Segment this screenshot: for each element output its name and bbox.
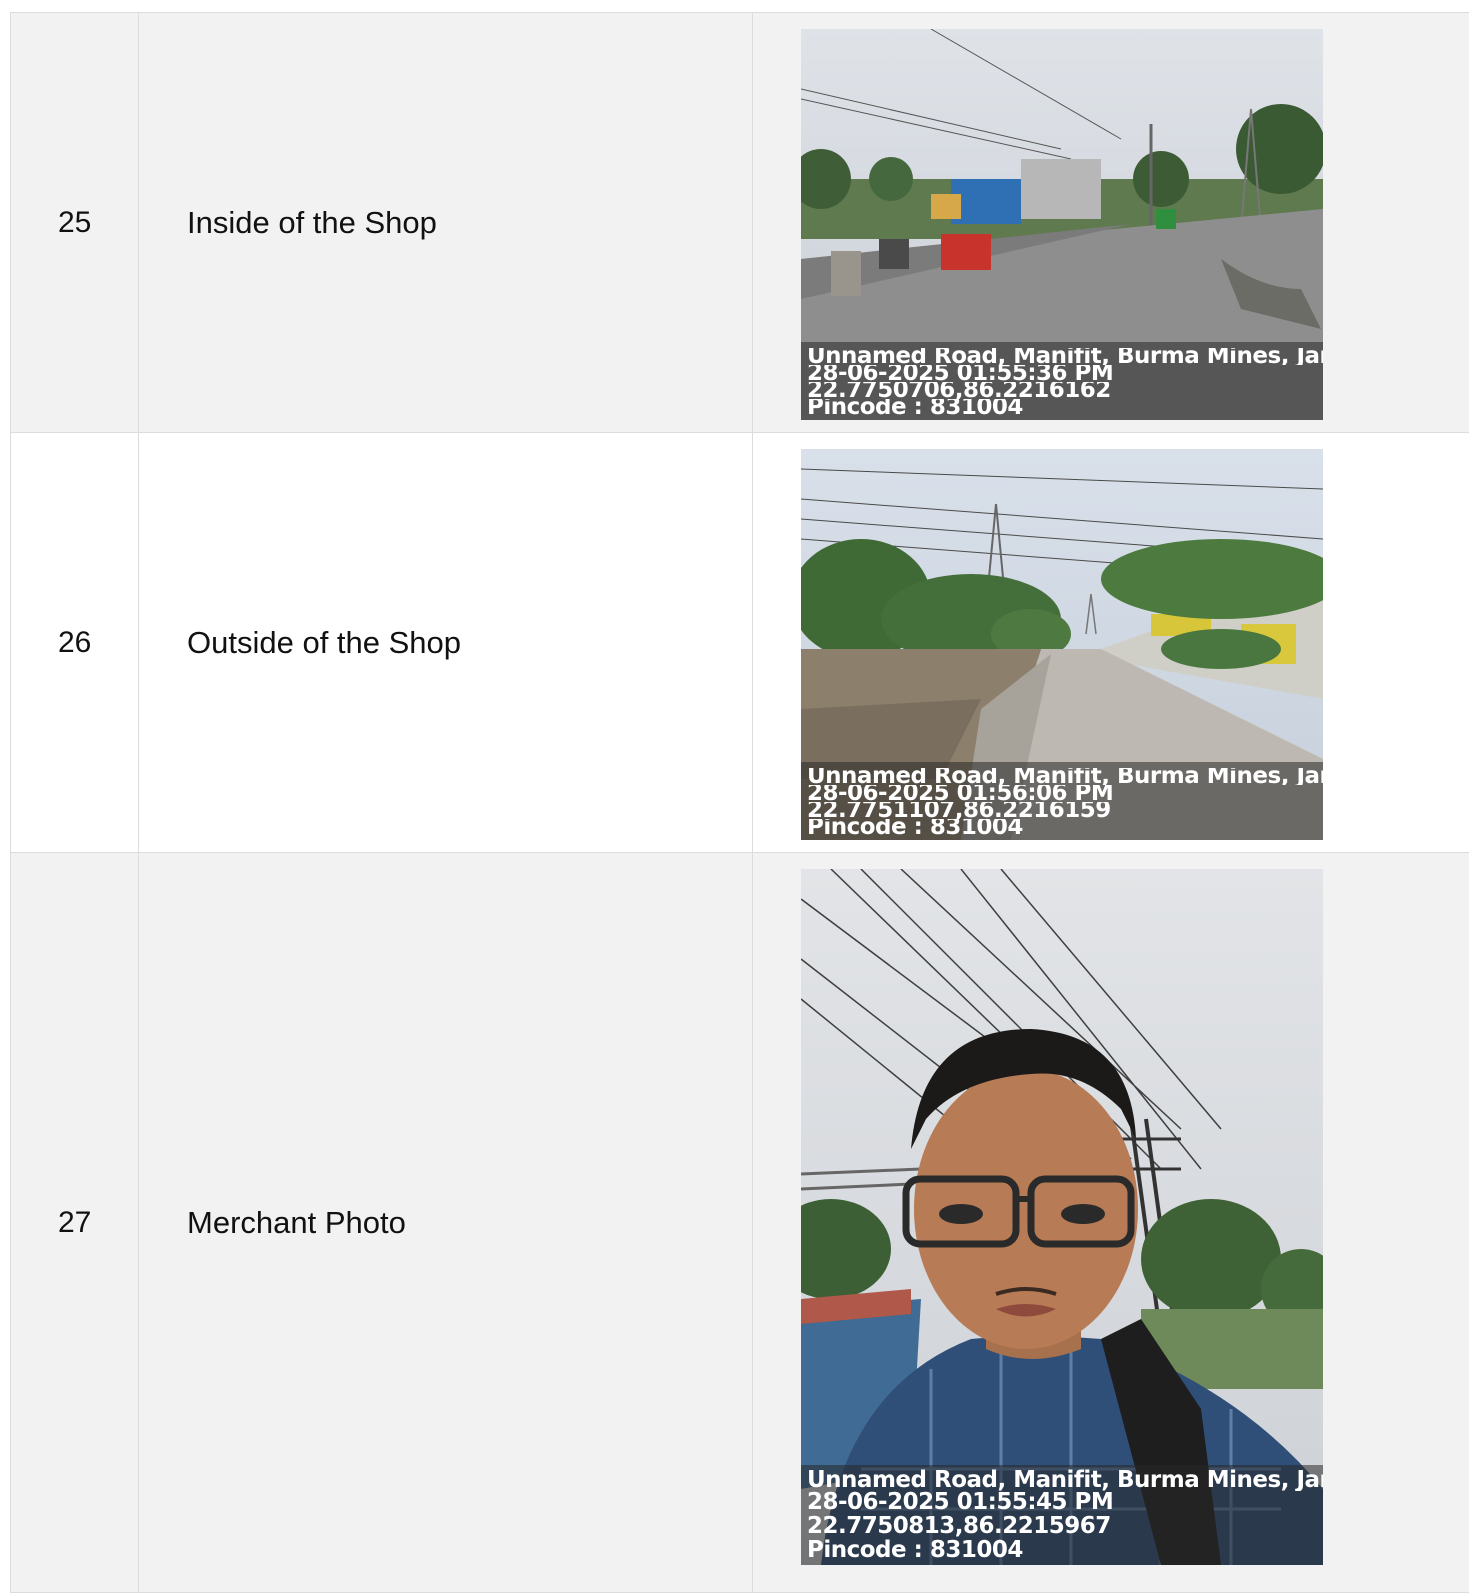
photo-label: Merchant Photo bbox=[139, 853, 753, 1593]
photo-label: Outside of the Shop bbox=[139, 433, 753, 853]
stamp-datetime: 28-06-2025 01:56:06 PM bbox=[807, 785, 1323, 802]
row-number: 26 bbox=[11, 433, 139, 853]
merchant-photo: Unnamed Road, Manifit, Burma Mines, Jams… bbox=[801, 869, 1323, 1565]
table-row: 26 Outside of the Shop bbox=[11, 433, 1469, 853]
row-number: 27 bbox=[11, 853, 139, 1593]
stamp-datetime: 28-06-2025 01:55:36 PM bbox=[807, 365, 1323, 382]
photo-cell: Unnamed Road, Manifit, Burma Mines, Jams… bbox=[753, 433, 1469, 853]
geotag-stamp: Unnamed Road, Manifit, Burma Mines, Jams… bbox=[801, 342, 1323, 420]
shop-outside-photo: Unnamed Road, Manifit, Burma Mines, Jams… bbox=[801, 449, 1323, 840]
stamp-pincode: Pincode : 831004 bbox=[807, 819, 1323, 836]
stamp-coordinates: 22.7750813,86.2215967 bbox=[807, 1513, 1323, 1539]
photo-report-table: 25 Inside of the Shop bbox=[10, 12, 1469, 1593]
row-number: 25 bbox=[11, 13, 139, 433]
stamp-address: Unnamed Road, Manifit, Burma Mines, Jams bbox=[807, 1469, 1323, 1491]
stamp-coordinates: 22.7751107,86.2216159 bbox=[807, 802, 1323, 819]
stamp-address: Unnamed Road, Manifit, Burma Mines, Jams bbox=[807, 768, 1323, 785]
stamp-datetime: 28-06-2025 01:55:45 PM bbox=[807, 1491, 1323, 1513]
stamp-pincode: Pincode : 831004 bbox=[807, 1539, 1323, 1561]
geotag-stamp: Unnamed Road, Manifit, Burma Mines, Jams… bbox=[801, 762, 1323, 840]
photo-label: Inside of the Shop bbox=[139, 13, 753, 433]
shop-inside-photo: Unnamed Road, Manifit, Burma Mines, Jams… bbox=[801, 29, 1323, 420]
table-row: 27 Merchant Photo bbox=[11, 853, 1469, 1593]
table-row: 25 Inside of the Shop bbox=[11, 13, 1469, 433]
photo-cell: Unnamed Road, Manifit, Burma Mines, Jams… bbox=[753, 853, 1469, 1593]
stamp-pincode: Pincode : 831004 bbox=[807, 399, 1323, 416]
geotag-stamp: Unnamed Road, Manifit, Burma Mines, Jams… bbox=[801, 1465, 1323, 1565]
stamp-address: Unnamed Road, Manifit, Burma Mines, Jams bbox=[807, 348, 1323, 365]
photo-cell: Unnamed Road, Manifit, Burma Mines, Jams… bbox=[753, 13, 1469, 433]
stamp-coordinates: 22.7750706,86.2216162 bbox=[807, 382, 1323, 399]
